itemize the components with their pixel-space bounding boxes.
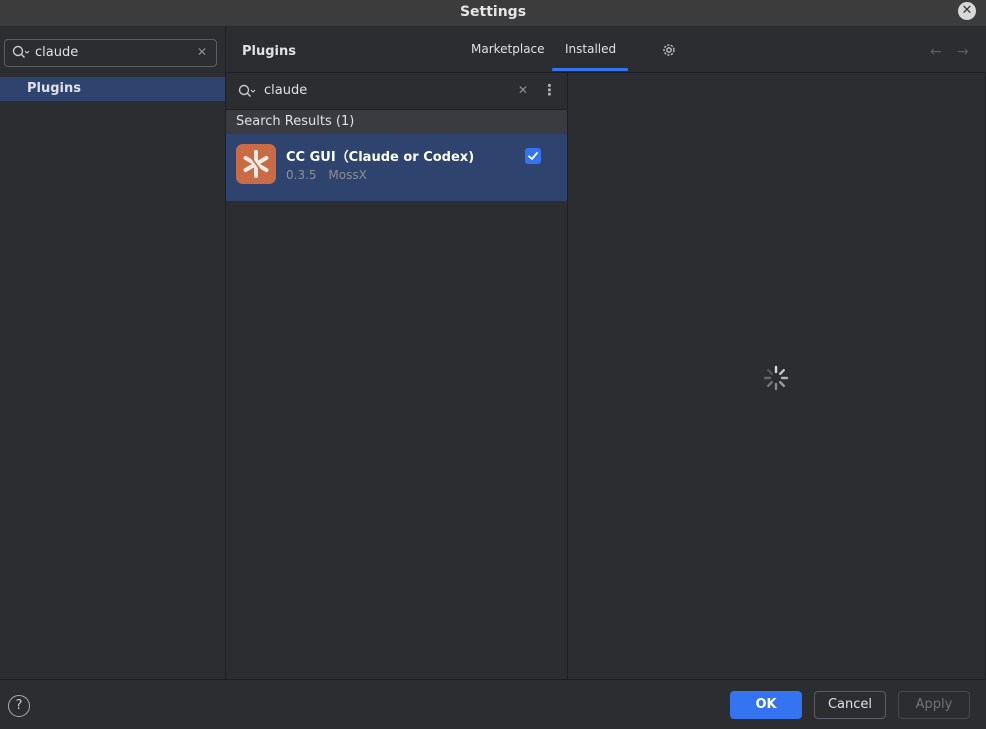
search-icon (12, 45, 30, 65)
plugin-list-panel: claude ✕ ⋮ Search Results (1) CC GUI（Cla… (226, 73, 568, 679)
apply-button[interactable]: Apply (898, 691, 970, 719)
settings-sidebar: claude ✕ Plugins (0, 27, 226, 679)
search-icon (238, 84, 256, 104)
forward-arrow-icon[interactable]: → (957, 44, 969, 60)
settings-search-input[interactable]: claude ✕ (4, 39, 217, 67)
search-results-header: Search Results (1) (226, 110, 567, 134)
sidebar-item-plugins[interactable]: Plugins (0, 77, 225, 101)
plugin-vendor: MossX (328, 168, 367, 182)
title-bar: Settings ✕ (0, 0, 986, 27)
plugin-meta: 0.3.5 MossX (286, 168, 375, 182)
check-icon (528, 152, 538, 160)
clear-search-icon[interactable]: ✕ (197, 45, 207, 59)
help-button[interactable]: ? (8, 695, 30, 717)
dialog-footer: ? OK Cancel Apply (0, 679, 986, 729)
back-arrow-icon[interactable]: ← (930, 44, 942, 60)
settings-search-value[interactable]: claude (35, 45, 78, 60)
plugins-header: Plugins Marketplace Installed ← → (226, 27, 986, 73)
ok-button[interactable]: OK (730, 691, 802, 719)
plugin-search-value[interactable]: claude (264, 83, 307, 98)
plugin-search-input[interactable]: claude ✕ ⋮ (226, 73, 567, 110)
window-title: Settings (459, 4, 527, 20)
plugin-version: 0.3.5 (286, 168, 317, 182)
claude-logo-icon (236, 144, 276, 184)
clear-search-icon[interactable]: ✕ (518, 83, 528, 97)
more-options-icon[interactable]: ⋮ (542, 81, 557, 99)
plugin-list-item[interactable]: CC GUI（Claude or Codex) 0.3.5 MossX (226, 134, 567, 201)
plugin-name: CC GUI（Claude or Codex) (286, 150, 475, 165)
plugin-detail-panel (568, 73, 986, 679)
page-title: Plugins (242, 44, 296, 59)
plugin-enabled-checkbox[interactable] (525, 148, 541, 164)
tab-installed[interactable]: Installed (565, 42, 616, 56)
loading-spinner-icon (761, 363, 791, 397)
active-tab-indicator (552, 68, 628, 71)
tab-marketplace[interactable]: Marketplace (471, 42, 545, 56)
gear-icon[interactable] (661, 42, 677, 62)
window-close-button[interactable]: ✕ (958, 2, 976, 20)
cancel-button[interactable]: Cancel (814, 691, 886, 719)
